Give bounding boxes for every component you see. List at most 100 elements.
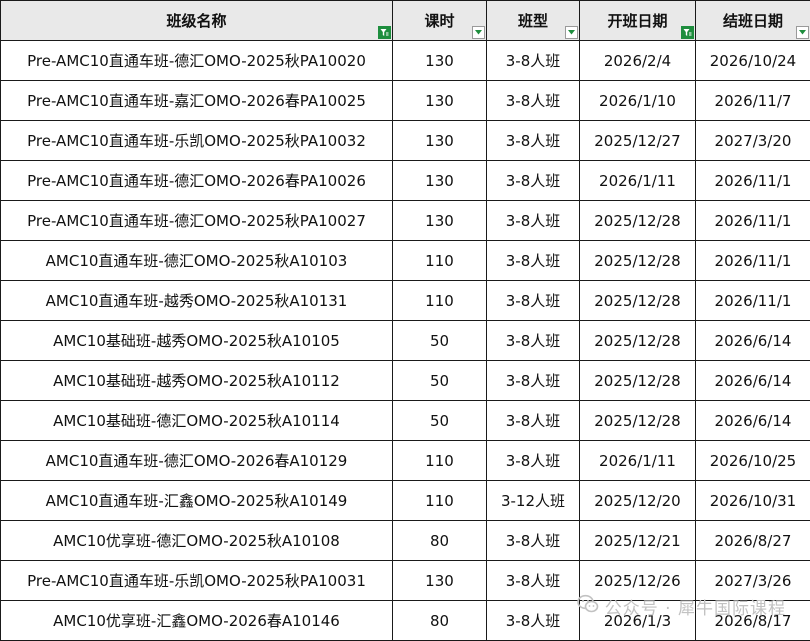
- cell-class-type[interactable]: 3-8人班: [487, 161, 580, 201]
- cell-end-date[interactable]: 2027/3/20: [696, 121, 810, 161]
- cell-class-type[interactable]: 3-8人班: [487, 521, 580, 561]
- cell-class-name[interactable]: AMC10基础班-德汇OMO-2025秋A10114: [1, 401, 393, 441]
- cell-class-type[interactable]: 3-8人班: [487, 201, 580, 241]
- cell-hours[interactable]: 130: [393, 41, 487, 81]
- cell-hours[interactable]: 130: [393, 161, 487, 201]
- watermark-text: 公众号 · 犀牛国际课程: [605, 594, 786, 619]
- cell-end-date[interactable]: 2026/11/1: [696, 201, 810, 241]
- table-row: Pre-AMC10直通车班-德汇OMO-2025秋PA100201303-8人班…: [1, 41, 810, 81]
- filter-dropdown-icon[interactable]: [796, 26, 809, 39]
- cell-end-date[interactable]: 2026/11/1: [696, 281, 810, 321]
- table-row: AMC10优享班-德汇OMO-2025秋A10108803-8人班2025/12…: [1, 521, 810, 561]
- cell-hours[interactable]: 110: [393, 481, 487, 521]
- cell-hours[interactable]: 110: [393, 281, 487, 321]
- cell-end-date[interactable]: 2026/11/1: [696, 161, 810, 201]
- cell-class-type[interactable]: 3-8人班: [487, 241, 580, 281]
- table-row: AMC10直通车班-越秀OMO-2025秋A101311103-8人班2025/…: [1, 281, 810, 321]
- cell-start-date[interactable]: 2026/1/11: [580, 441, 696, 481]
- cell-class-type[interactable]: 3-8人班: [487, 41, 580, 81]
- cell-class-type[interactable]: 3-8人班: [487, 441, 580, 481]
- cell-end-date[interactable]: 2026/6/14: [696, 321, 810, 361]
- cell-class-type[interactable]: 3-8人班: [487, 561, 580, 601]
- cell-start-date[interactable]: 2025/12/27: [580, 121, 696, 161]
- header-class-type[interactable]: 班型: [487, 1, 580, 41]
- cell-class-type[interactable]: 3-8人班: [487, 601, 580, 641]
- cell-class-name[interactable]: Pre-AMC10直通车班-乐凯OMO-2025秋PA10031: [1, 561, 393, 601]
- table-row: Pre-AMC10直通车班-乐凯OMO-2025秋PA100321303-8人班…: [1, 121, 810, 161]
- cell-class-name[interactable]: Pre-AMC10直通车班-嘉汇OMO-2026春PA10025: [1, 81, 393, 121]
- header-label: 结班日期: [723, 12, 783, 30]
- cell-start-date[interactable]: 2025/12/28: [580, 321, 696, 361]
- table-row: AMC10基础班-越秀OMO-2025秋A10105503-8人班2025/12…: [1, 321, 810, 361]
- cell-class-name[interactable]: AMC10优享班-德汇OMO-2025秋A10108: [1, 521, 393, 561]
- cell-end-date[interactable]: 2026/11/7: [696, 81, 810, 121]
- filter-dropdown-icon[interactable]: [472, 26, 485, 39]
- cell-class-type[interactable]: 3-12人班: [487, 481, 580, 521]
- cell-class-name[interactable]: Pre-AMC10直通车班-德汇OMO-2025秋PA10027: [1, 201, 393, 241]
- cell-start-date[interactable]: 2025/12/28: [580, 361, 696, 401]
- cell-class-name[interactable]: Pre-AMC10直通车班-乐凯OMO-2025秋PA10032: [1, 121, 393, 161]
- filter-dropdown-icon[interactable]: [565, 26, 578, 39]
- cell-start-date[interactable]: 2026/1/11: [580, 161, 696, 201]
- cell-start-date[interactable]: 2026/1/10: [580, 81, 696, 121]
- cell-start-date[interactable]: 2025/12/28: [580, 281, 696, 321]
- cell-start-date[interactable]: 2025/12/21: [580, 521, 696, 561]
- cell-start-date[interactable]: 2025/12/20: [580, 481, 696, 521]
- class-schedule-table: 班级名称 课时 班型 开班日期 结班日期: [0, 0, 810, 641]
- table-row: AMC10直通车班-德汇OMO-2025秋A101031103-8人班2025/…: [1, 241, 810, 281]
- cell-end-date[interactable]: 2026/10/25: [696, 441, 810, 481]
- cell-end-date[interactable]: 2026/8/27: [696, 521, 810, 561]
- cell-end-date[interactable]: 2026/10/31: [696, 481, 810, 521]
- cell-class-type[interactable]: 3-8人班: [487, 281, 580, 321]
- cell-hours[interactable]: 130: [393, 201, 487, 241]
- cell-class-name[interactable]: Pre-AMC10直通车班-德汇OMO-2026春PA10026: [1, 161, 393, 201]
- cell-end-date[interactable]: 2026/6/14: [696, 401, 810, 441]
- cell-class-type[interactable]: 3-8人班: [487, 81, 580, 121]
- cell-hours[interactable]: 50: [393, 321, 487, 361]
- table-row: AMC10直通车班-德汇OMO-2026春A101291103-8人班2026/…: [1, 441, 810, 481]
- watermark: 公众号 · 犀牛国际课程: [577, 594, 786, 619]
- cell-class-type[interactable]: 3-8人班: [487, 321, 580, 361]
- header-class-name[interactable]: 班级名称: [1, 1, 393, 41]
- cell-start-date[interactable]: 2026/2/4: [580, 41, 696, 81]
- table-row: AMC10基础班-德汇OMO-2025秋A10114503-8人班2025/12…: [1, 401, 810, 441]
- header-label: 课时: [424, 12, 454, 30]
- cell-class-name[interactable]: AMC10直通车班-德汇OMO-2025秋A10103: [1, 241, 393, 281]
- cell-class-type[interactable]: 3-8人班: [487, 361, 580, 401]
- cell-class-name[interactable]: AMC10基础班-越秀OMO-2025秋A10105: [1, 321, 393, 361]
- cell-hours[interactable]: 130: [393, 121, 487, 161]
- cell-start-date[interactable]: 2025/12/28: [580, 241, 696, 281]
- table-row: Pre-AMC10直通车班-德汇OMO-2026春PA100261303-8人班…: [1, 161, 810, 201]
- cell-end-date[interactable]: 2026/6/14: [696, 361, 810, 401]
- cell-class-name[interactable]: Pre-AMC10直通车班-德汇OMO-2025秋PA10020: [1, 41, 393, 81]
- header-start-date[interactable]: 开班日期: [580, 1, 696, 41]
- header-row: 班级名称 课时 班型 开班日期 结班日期: [1, 1, 810, 41]
- cell-class-name[interactable]: AMC10直通车班-汇鑫OMO-2025秋A10149: [1, 481, 393, 521]
- header-end-date[interactable]: 结班日期: [696, 1, 810, 41]
- cell-hours[interactable]: 50: [393, 401, 487, 441]
- cell-hours[interactable]: 130: [393, 81, 487, 121]
- cell-hours[interactable]: 80: [393, 521, 487, 561]
- cell-hours[interactable]: 130: [393, 561, 487, 601]
- cell-end-date[interactable]: 2026/11/1: [696, 241, 810, 281]
- filter-active-icon[interactable]: [681, 26, 694, 39]
- cell-hours[interactable]: 50: [393, 361, 487, 401]
- table-row: AMC10直通车班-汇鑫OMO-2025秋A101491103-12人班2025…: [1, 481, 810, 521]
- cell-end-date[interactable]: 2026/10/24: [696, 41, 810, 81]
- filter-active-icon[interactable]: [378, 26, 391, 39]
- cell-hours[interactable]: 110: [393, 441, 487, 481]
- cell-class-name[interactable]: AMC10优享班-汇鑫OMO-2026春A10146: [1, 601, 393, 641]
- wechat-icon: [577, 594, 599, 619]
- cell-class-name[interactable]: AMC10直通车班-越秀OMO-2025秋A10131: [1, 281, 393, 321]
- header-hours[interactable]: 课时: [393, 1, 487, 41]
- cell-start-date[interactable]: 2025/12/28: [580, 201, 696, 241]
- spreadsheet: 班级名称 课时 班型 开班日期 结班日期: [0, 0, 810, 636]
- cell-class-name[interactable]: AMC10基础班-越秀OMO-2025秋A10112: [1, 361, 393, 401]
- cell-hours[interactable]: 110: [393, 241, 487, 281]
- cell-hours[interactable]: 80: [393, 601, 487, 641]
- cell-class-type[interactable]: 3-8人班: [487, 121, 580, 161]
- cell-class-name[interactable]: AMC10直通车班-德汇OMO-2026春A10129: [1, 441, 393, 481]
- table-row: Pre-AMC10直通车班-嘉汇OMO-2026春PA100251303-8人班…: [1, 81, 810, 121]
- cell-start-date[interactable]: 2025/12/28: [580, 401, 696, 441]
- cell-class-type[interactable]: 3-8人班: [487, 401, 580, 441]
